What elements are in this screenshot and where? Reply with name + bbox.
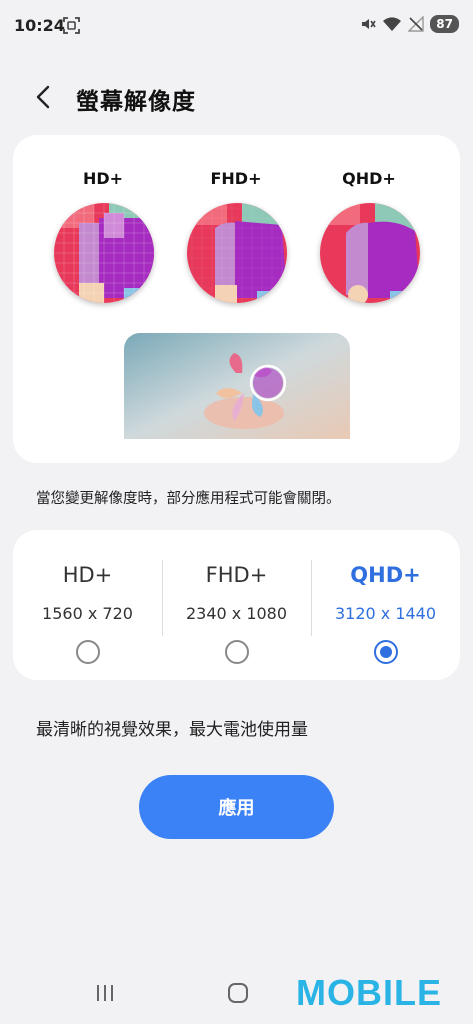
- option-hd[interactable]: HD+ 1560 x 720: [13, 530, 162, 680]
- wifi-icon: [383, 17, 402, 31]
- preview-wallpaper: [124, 333, 350, 439]
- preview-label-qhd: QHD+: [342, 169, 396, 188]
- nav-bar: MOBILE: [0, 960, 473, 1024]
- option-size: 2340 x 1080: [185, 604, 288, 623]
- preview-zoom-qhd: [320, 203, 420, 303]
- no-signal-icon: [408, 16, 424, 32]
- mute-icon: [362, 19, 376, 29]
- status-icons: 87: [360, 15, 459, 33]
- home-icon[interactable]: [228, 983, 248, 1003]
- preview-zoom-fhd: [187, 203, 287, 303]
- battery-icon: 87: [430, 15, 459, 33]
- status-bar: 10:24 87: [0, 0, 473, 52]
- resolution-change-notice: 當您變更解像度時，部分應用程式可能會關閉。: [36, 491, 341, 507]
- option-qhd[interactable]: QHD+ 3120 x 1440: [311, 530, 460, 680]
- option-size: 1560 x 720: [42, 604, 133, 623]
- radio-hd[interactable]: [75, 640, 100, 664]
- radio-fhd[interactable]: [224, 640, 249, 664]
- option-name: QHD+: [350, 563, 421, 587]
- preview-zoom-hd: [54, 203, 154, 303]
- resolution-description: 最清晰的視覺效果，最大電池使用量: [36, 720, 308, 740]
- preview-card: HD+ FHD+ QHD+: [13, 135, 460, 463]
- header: 螢幕解像度: [0, 72, 473, 122]
- apply-button[interactable]: 應用: [139, 775, 334, 839]
- status-time: 10:24: [14, 16, 65, 35]
- option-name: HD+: [62, 563, 113, 587]
- watermark-logo: MOBILE: [296, 972, 442, 1013]
- page-title: 螢幕解像度: [76, 89, 196, 115]
- preview-label-hd: HD+: [82, 169, 124, 188]
- option-name: FHD+: [205, 563, 268, 587]
- recents-icon[interactable]: [95, 984, 115, 1002]
- radio-qhd[interactable]: [373, 640, 398, 664]
- preview-label-fhd: FHD+: [210, 169, 262, 188]
- chevron-left-icon: [36, 85, 50, 109]
- back-button[interactable]: [26, 80, 60, 114]
- option-fhd[interactable]: FHD+ 2340 x 1080: [162, 530, 311, 680]
- screenshot-icon: [63, 17, 80, 34]
- option-size: 3120 x 1440: [334, 604, 437, 623]
- resolution-options: HD+ 1560 x 720 FHD+ 2340 x 1080 QHD+ 312…: [13, 530, 460, 680]
